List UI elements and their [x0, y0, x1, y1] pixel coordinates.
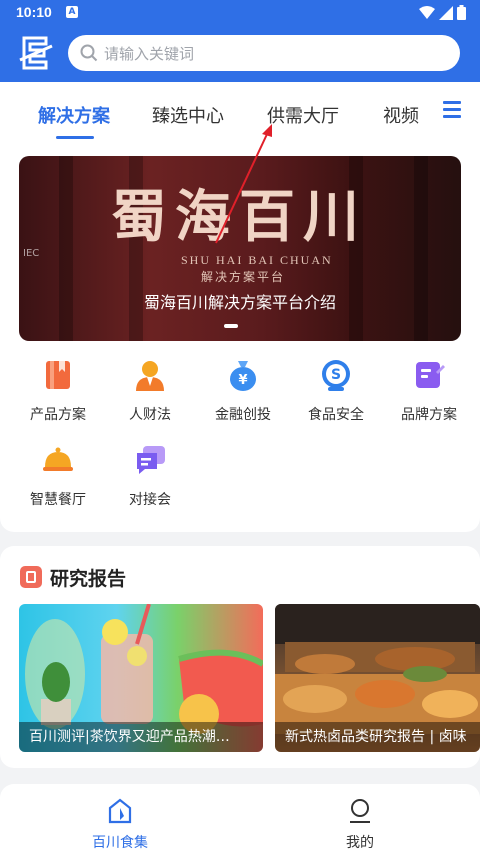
status-bar: 10:10 A	[0, 0, 480, 26]
banner-side-sign: IEC	[23, 248, 40, 259]
category-label: 品牌方案	[401, 407, 457, 423]
notification-a-icon: A	[66, 6, 78, 18]
menu-icon[interactable]	[443, 101, 461, 119]
category-label: 食品安全	[308, 407, 364, 423]
category-finance-investment[interactable]: ¥ 金融创投	[198, 358, 288, 424]
report-icon	[20, 566, 42, 588]
category-smart-restaurant[interactable]: 智慧餐厅	[13, 443, 103, 509]
category-food-safety[interactable]: S 食品安全	[291, 358, 381, 424]
nav-profile-label: 我的	[346, 835, 374, 851]
category-label: 对接会	[129, 492, 171, 508]
cloche-icon	[43, 447, 73, 471]
report-item-braised[interactable]: 新式热卤品类研究报告 | 卤味	[275, 604, 480, 752]
category-product-plan[interactable]: 产品方案	[13, 358, 103, 424]
svg-text:S: S	[331, 367, 341, 383]
report-section-title: 研究报告	[50, 568, 127, 590]
category-label: 智慧餐厅	[30, 492, 86, 508]
safety-s-icon: S	[322, 360, 350, 391]
report-caption: 新式热卤品类研究报告 | 卤味	[275, 722, 480, 752]
tab-supply-demand-hall[interactable]: 供需大厅	[267, 102, 339, 128]
nav-profile[interactable]: 我的	[310, 798, 410, 852]
book-icon	[46, 361, 70, 389]
promo-banner[interactable]: IEC 蜀海百川 SHU HAI BAI CHUAN 解决方案平台 蜀海百川解决…	[19, 156, 461, 341]
banner-subtitle: 解决方案平台	[201, 270, 286, 284]
carousel-indicator	[224, 324, 238, 328]
tab-solutions[interactable]: 解决方案	[38, 102, 110, 128]
category-people-finance-law[interactable]: 人财法	[105, 358, 195, 424]
search-placeholder: 请输入关键词	[104, 45, 195, 63]
tab-bar: 解决方案 臻选中心 供需大厅 视频	[0, 82, 480, 142]
category-label: 人财法	[129, 407, 171, 423]
tab-video[interactable]: 视频	[383, 102, 419, 128]
signal-icon	[439, 5, 453, 20]
nav-home[interactable]: 百川食集	[70, 798, 170, 852]
banner-pinyin: SHU HAI BAI CHUAN	[181, 253, 333, 267]
system-icons	[419, 5, 466, 20]
battery-icon	[457, 5, 466, 20]
report-caption: 百川测评|茶饮界又迎产品热潮…	[19, 722, 263, 752]
category-matchmaking-meeting[interactable]: 对接会	[105, 443, 195, 509]
money-bag-icon: ¥	[230, 361, 256, 391]
brand-edit-icon	[416, 362, 445, 388]
search-bar[interactable]: 请输入关键词	[68, 35, 460, 71]
tab-selection-center[interactable]: 臻选中心	[152, 102, 224, 128]
chat-bubbles-icon	[137, 446, 165, 474]
category-label: 产品方案	[30, 407, 86, 423]
person-icon	[136, 361, 164, 391]
profile-icon	[350, 799, 370, 823]
app-logo-icon[interactable]	[18, 34, 54, 72]
status-time: 10:10	[16, 4, 52, 20]
home-icon	[108, 798, 132, 824]
category-label: 金融创投	[215, 407, 271, 423]
category-brand-plan[interactable]: 品牌方案	[384, 358, 474, 424]
banner-calligraphy: 蜀海百川	[111, 184, 367, 250]
app-header: 10:10 A 请输入关键词	[0, 0, 480, 82]
active-tab-indicator	[56, 136, 94, 139]
report-item-tea[interactable]: 百川测评|茶饮界又迎产品热潮…	[19, 604, 263, 752]
search-icon	[80, 44, 98, 62]
nav-home-label: 百川食集	[92, 835, 148, 851]
wifi-icon	[419, 5, 435, 19]
svg-text:¥: ¥	[238, 373, 247, 388]
banner-caption: 蜀海百川解决方案平台介绍	[143, 293, 336, 312]
